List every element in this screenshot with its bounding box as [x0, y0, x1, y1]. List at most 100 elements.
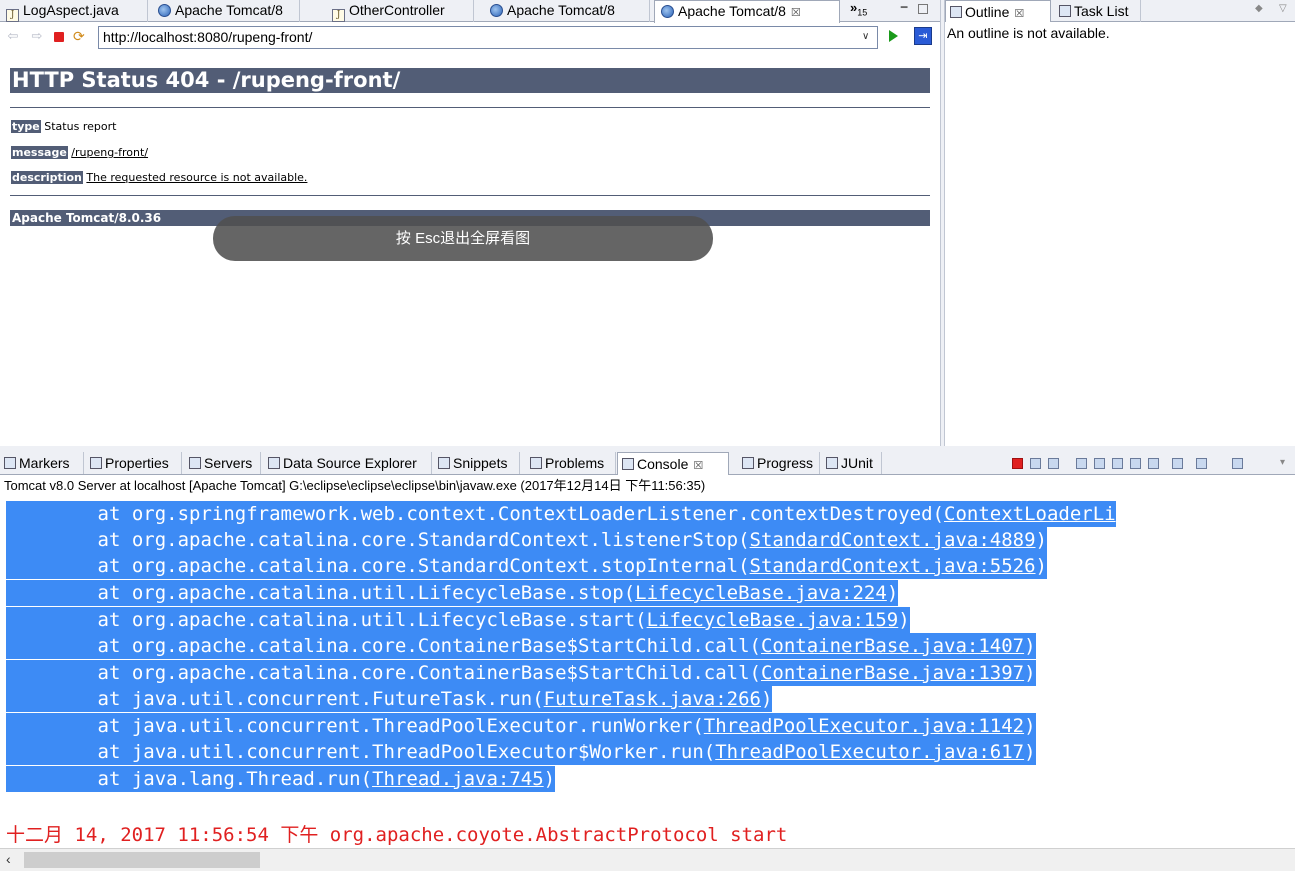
tab-tomcat-2[interactable]: Apache Tomcat/8: [484, 0, 650, 22]
chevron-down-icon[interactable]: ▾: [1280, 457, 1285, 468]
stack-link[interactable]: FutureTask.java:266: [544, 688, 761, 710]
tab-task-list[interactable]: Task List: [1055, 0, 1141, 22]
servers-icon: [189, 457, 201, 469]
view-menu-icon[interactable]: ◆: [1255, 3, 1263, 14]
snippets-icon: [438, 457, 450, 469]
chevron-down-icon[interactable]: ∨: [862, 31, 869, 42]
minimize-icon[interactable]: ━: [898, 2, 910, 14]
close-icon[interactable]: ☒: [1014, 8, 1024, 20]
type-label: type: [11, 120, 41, 133]
tab-label: Console: [637, 456, 689, 472]
stack-link[interactable]: ThreadPoolExecutor.java:1142: [704, 715, 1024, 737]
tab-servers[interactable]: Servers: [185, 452, 261, 474]
tab-junit[interactable]: JUnit: [822, 452, 882, 474]
problems-icon: [530, 457, 542, 469]
clear-console-icon[interactable]: [1076, 458, 1087, 469]
stack-link[interactable]: ContainerBase.java:1397: [761, 662, 1024, 684]
overflow-count: 15: [857, 7, 868, 18]
console-line: at org.apache.catalina.core.ContainerBas…: [6, 660, 1036, 686]
external-browser-icon[interactable]: ⇥: [914, 27, 932, 45]
outline-tab-bar: Outline ☒ Task List ◆ ▽: [945, 0, 1295, 23]
go-button[interactable]: [889, 30, 898, 42]
outline-icon: [950, 6, 962, 18]
chevron-down-icon[interactable]: ▽: [1279, 3, 1287, 14]
console-line: at org.apache.catalina.core.StandardCont…: [6, 527, 1047, 553]
eclipse-window: J LogAspect.java Apache Tomcat/8 J OtherCo…: [0, 0, 1295, 871]
type-row: type Status report: [11, 120, 116, 133]
stack-link[interactable]: LifecycleBase.java:224: [635, 582, 887, 604]
tab-label: Snippets: [453, 455, 508, 471]
stack-link[interactable]: StandardContext.java:5526: [750, 555, 1036, 577]
console-output[interactable]: at org.springframework.web.context.Conte…: [0, 497, 1295, 848]
message-value: /rupeng-front/: [71, 146, 149, 159]
forward-arrow-icon[interactable]: ⇨: [30, 29, 44, 43]
tab-properties[interactable]: Properties: [86, 452, 182, 474]
open-console-icon[interactable]: [1232, 458, 1243, 469]
remove-launch-icon[interactable]: [1030, 458, 1041, 469]
tab-snippets[interactable]: Snippets: [434, 452, 520, 474]
stack-link[interactable]: LifecycleBase.java:159: [647, 609, 899, 631]
tab-label: Apache Tomcat/8: [507, 2, 615, 18]
outline-view: An outline is not available.: [945, 22, 1295, 446]
message-row: message /rupeng-front/: [11, 146, 148, 159]
scrollbar-thumb[interactable]: [24, 852, 260, 868]
page-title: HTTP Status 404 - /rupeng-front/: [10, 68, 930, 93]
tab-othercontroller[interactable]: J OtherController: [326, 0, 474, 22]
tab-label: Apache Tomcat/8: [175, 2, 283, 18]
console-icon: [622, 458, 634, 470]
tab-tomcat-1[interactable]: Apache Tomcat/8: [152, 0, 300, 22]
tab-outline[interactable]: Outline ☒: [945, 0, 1051, 23]
tab-label: Data Source Explorer: [283, 455, 417, 471]
scroll-lock-icon[interactable]: [1094, 458, 1105, 469]
progress-icon: [742, 457, 754, 469]
console-line: at org.springframework.web.context.Conte…: [6, 501, 1116, 527]
stack-link[interactable]: ThreadPoolExecutor.java:617: [715, 741, 1024, 763]
description-row: description The requested resource is no…: [11, 171, 307, 184]
refresh-icon[interactable]: ⟳: [73, 28, 85, 45]
globe-icon: [661, 5, 674, 18]
stack-link[interactable]: ContextLoaderLi: [944, 503, 1116, 525]
tab-problems[interactable]: Problems: [526, 452, 616, 474]
console-line: at java.util.concurrent.ThreadPoolExecut…: [6, 739, 1036, 765]
scroll-left-icon[interactable]: ‹: [6, 851, 11, 867]
pin-console-icon[interactable]: [1172, 458, 1183, 469]
show-on-stderr-icon[interactable]: [1148, 458, 1159, 469]
description-label: description: [11, 171, 83, 184]
tab-progress[interactable]: Progress: [738, 452, 820, 474]
tab-markers[interactable]: Markers: [0, 452, 84, 474]
tab-data-source-explorer[interactable]: Data Source Explorer: [264, 452, 432, 474]
show-on-stdout-icon[interactable]: [1130, 458, 1141, 469]
fullscreen-toast[interactable]: 按 Esc退出全屏看图: [213, 216, 713, 261]
tab-label: LogAspect.java: [23, 2, 119, 18]
stop-icon[interactable]: [54, 32, 64, 42]
tab-logaspect[interactable]: J LogAspect.java: [0, 0, 148, 22]
remove-all-icon[interactable]: [1048, 458, 1059, 469]
display-console-icon[interactable]: [1196, 458, 1207, 469]
editor-tab-bar: J LogAspect.java Apache Tomcat/8 J OtherCo…: [0, 0, 940, 23]
stack-link[interactable]: StandardContext.java:4889: [750, 529, 1036, 551]
maximize-icon[interactable]: [918, 4, 928, 14]
stack-link[interactable]: Thread.java:745: [372, 768, 544, 790]
back-arrow-icon[interactable]: ⇦: [6, 29, 20, 43]
junit-icon: [826, 457, 838, 469]
tab-tomcat-3[interactable]: Apache Tomcat/8 ☒: [654, 0, 840, 23]
horizontal-scrollbar[interactable]: ‹: [0, 848, 1295, 871]
console-line: at org.apache.catalina.core.StandardCont…: [6, 553, 1047, 579]
divider: [10, 107, 930, 108]
word-wrap-icon[interactable]: [1112, 458, 1123, 469]
type-value: Status report: [44, 120, 117, 133]
console-line: at org.apache.catalina.util.LifecycleBas…: [6, 607, 910, 633]
console-line: at org.apache.catalina.util.LifecycleBas…: [6, 580, 899, 606]
close-icon[interactable]: ☒: [791, 7, 801, 19]
terminate-icon[interactable]: [1012, 458, 1023, 469]
message-label: message: [11, 146, 68, 159]
url-input[interactable]: http://localhost:8080/rupeng-front/: [98, 26, 878, 49]
console-title: Tomcat v8.0 Server at localhost [Apache …: [0, 475, 1295, 497]
close-icon[interactable]: ☒: [693, 460, 703, 472]
tab-console[interactable]: Console ☒: [617, 452, 729, 475]
tab-label: Markers: [19, 455, 70, 471]
tab-overflow-button[interactable]: »15: [850, 0, 867, 18]
tab-label: Task List: [1074, 3, 1129, 19]
stack-link[interactable]: ContainerBase.java:1407: [761, 635, 1024, 657]
globe-icon: [158, 4, 171, 17]
